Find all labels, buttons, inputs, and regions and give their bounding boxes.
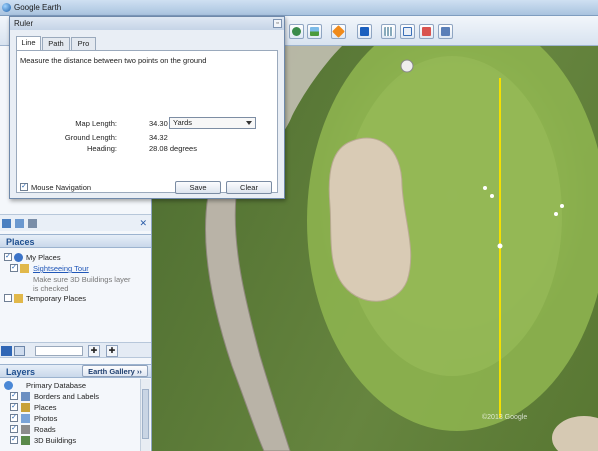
search-icon[interactable] (1, 346, 12, 356)
layer-places[interactable]: Places (34, 403, 57, 412)
mouse-navigation-label: Mouse Navigation (31, 183, 92, 192)
road-icon (21, 425, 30, 434)
building-icon (21, 436, 30, 445)
roads-checkbox[interactable]: ✓ (10, 425, 18, 433)
planet-button[interactable] (357, 24, 372, 39)
save-button[interactable]: Save (175, 181, 221, 194)
units-dropdown[interactable]: Yards (169, 117, 256, 129)
golf-ball (483, 186, 487, 190)
move-down-icon[interactable]: ✚ (106, 345, 118, 357)
golf-ball (554, 212, 558, 216)
ruler-icon (384, 27, 393, 36)
sightseeing-checkbox[interactable]: ✓ (10, 264, 18, 272)
close-icon[interactable]: ▫ (273, 19, 282, 28)
map-icon (441, 27, 450, 36)
places-toolbar: ✚ ✚ (0, 342, 151, 358)
photo-icon (21, 414, 30, 423)
search-panel-strip: ✕ (0, 214, 151, 231)
ruler-dialog: Ruler ▫ Line Path Pro Measure the distan… (9, 16, 285, 199)
heading-label: Heading: (86, 144, 117, 153)
tab-path[interactable]: Path (42, 37, 70, 50)
my-places-checkbox[interactable]: ✓ (4, 253, 12, 261)
places-layer-checkbox[interactable]: ✓ (10, 403, 18, 411)
sand-bunker-small (552, 416, 598, 451)
scrollbar-thumb[interactable] (142, 389, 149, 439)
places-header[interactable]: Places (0, 234, 151, 248)
ruler-title: Ruler (14, 19, 34, 28)
heading-value: 28.08 degrees (149, 144, 197, 153)
measurement-point[interactable] (497, 243, 503, 249)
layer-primary-database[interactable]: Primary Database (26, 381, 86, 390)
sightseeing-note: Make sure 3D Buildings layer is checked (33, 275, 131, 293)
globe-icon (4, 381, 13, 390)
sun-icon (332, 25, 345, 38)
tab-pro[interactable]: Pro (71, 37, 96, 50)
cart-path (204, 195, 291, 451)
flag-icon (21, 392, 30, 401)
tree-item-sightseeing-tour[interactable]: Sightseeing Tour (33, 264, 89, 273)
layers-title: Layers (6, 367, 36, 377)
tree-item-my-places[interactable]: My Places (26, 253, 61, 262)
email-icon (403, 27, 412, 36)
ground-length-label: Ground Length: (64, 133, 117, 142)
tour-button[interactable] (289, 24, 304, 39)
folder-icon (20, 264, 29, 273)
temporary-places-checkbox[interactable] (4, 294, 12, 302)
borders-checkbox[interactable]: ✓ (10, 392, 18, 400)
email-button[interactable] (400, 24, 415, 39)
golf-ball (490, 194, 494, 198)
globe-icon (14, 253, 23, 262)
sand-bunker (328, 137, 412, 302)
clear-button[interactable]: Clear (226, 181, 272, 194)
layer-3d-buildings[interactable]: 3D Buildings (34, 436, 76, 445)
map-length-label: Map Length: (75, 119, 117, 128)
tree-item-temporary-places[interactable]: Temporary Places (26, 294, 86, 303)
layer-roads[interactable]: Roads (34, 425, 56, 434)
print-button[interactable] (419, 24, 434, 39)
tee-marker (400, 59, 414, 73)
historical-imagery-button[interactable] (307, 24, 322, 39)
layers-scrollbar[interactable] (140, 379, 150, 451)
ruler-panel: Measure the distance between two points … (16, 50, 278, 193)
places-title: Places (6, 237, 35, 247)
tab-line[interactable]: Line (16, 36, 41, 51)
close-icon[interactable]: ✕ (139, 218, 147, 229)
ruler-instruction: Measure the distance between two points … (20, 56, 207, 65)
photos-checkbox[interactable]: ✓ (10, 414, 18, 422)
units-selected: Yards (173, 118, 193, 127)
move-up-icon[interactable]: ✚ (88, 345, 100, 357)
map-length-value: 34.30 (149, 119, 168, 128)
print-icon[interactable] (28, 219, 37, 228)
ruler-title-bar[interactable]: Ruler ▫ (10, 17, 284, 30)
window-title-bar: Google Earth (0, 0, 598, 16)
map-copyright: ©2013 Google (482, 414, 528, 421)
ground-length-value: 34.32 (149, 133, 168, 142)
view-in-maps-button[interactable] (438, 24, 453, 39)
buildings-checkbox[interactable]: ✓ (10, 436, 18, 444)
print-icon (422, 27, 431, 36)
mouse-navigation-checkbox[interactable]: ✓ (20, 183, 28, 191)
places-icon (21, 403, 30, 412)
layers-header[interactable]: Layers Earth Gallery ›› (0, 364, 151, 378)
planet-icon (360, 27, 369, 36)
folder-icon (14, 294, 23, 303)
places-filter-input[interactable] (35, 346, 83, 356)
chevron-down-icon (246, 121, 252, 125)
globe-icon (2, 3, 11, 12)
landscape-icon (310, 27, 319, 36)
earth-gallery-label: Earth Gallery (88, 367, 135, 376)
earth-gallery-button[interactable]: Earth Gallery ›› (82, 365, 148, 377)
copy-icon[interactable] (15, 219, 24, 228)
panel-toggle-icon[interactable] (14, 346, 25, 356)
layer-photos[interactable]: Photos (34, 414, 57, 423)
app-title: Google Earth (14, 3, 62, 12)
layer-borders-and-labels[interactable]: Borders and Labels (34, 392, 99, 401)
folder-icon[interactable] (2, 219, 11, 228)
sun-button[interactable] (331, 24, 346, 39)
golf-ball (560, 204, 564, 208)
record-tour-icon (292, 27, 301, 36)
ruler-button[interactable] (381, 24, 396, 39)
